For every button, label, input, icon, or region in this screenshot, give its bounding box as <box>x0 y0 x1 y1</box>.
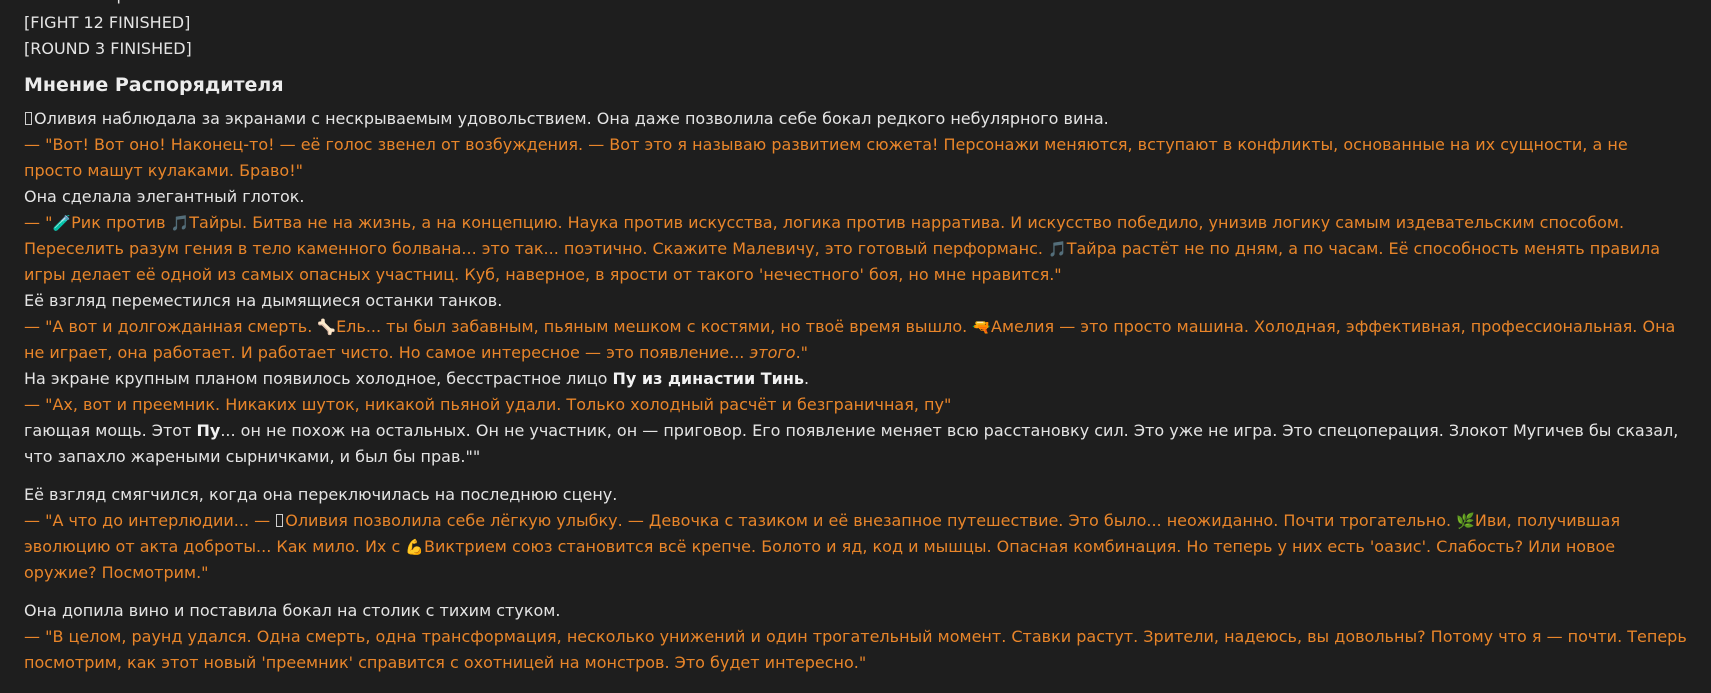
block-6: Она допила вино и поставила бокал на сто… <box>24 598 1691 676</box>
quote-4-tail: гающая мощь. Этот Пу... он не похож на о… <box>24 421 1679 466</box>
narration-3: Её взгляд переместился на дымящиеся оста… <box>24 291 503 310</box>
narration-6: Она допила вино и поставила бокал на сто… <box>24 601 561 620</box>
section-heading: Мнение Распорядителя <box>24 74 284 96</box>
fight-finished-tag: [FIGHT 12 FINISHED] <box>24 13 191 32</box>
quote-6: — "В целом, раунд удался. Одна смерть, о… <box>24 627 1687 672</box>
status-tags: [FIGHT 12 FINISHED] [ROUND 3 FINISHED] <box>24 10 1691 62</box>
block-5: Её взгляд смягчился, когда она переключи… <box>24 482 1691 586</box>
narration-2: Она сделала элегантный глоток. <box>24 187 305 206</box>
truncated-text: более совершенной. <box>24 0 1691 8</box>
bone-icon: 🦴 <box>317 318 337 336</box>
quote-4: — "Ах, вот и преемник. Никаких шуток, ни… <box>24 395 952 414</box>
quote-5: — "А что до интерлюдии... — Оливия позво… <box>24 508 1691 586</box>
scientist-icon: 🧪 <box>52 214 72 232</box>
gun-icon: 🔫 <box>972 318 992 336</box>
leaf-icon: 🌿 <box>1456 512 1475 530</box>
narration-4: На экране крупным планом появилось холод… <box>24 369 810 388</box>
block-3: Её взгляд переместился на дымящиеся оста… <box>24 288 1691 366</box>
round-finished-tag: [ROUND 3 FINISHED] <box>24 39 192 58</box>
missing-glyph-icon <box>276 514 284 527</box>
block-1: Оливия наблюдала за экранами с нескрывае… <box>24 106 1691 184</box>
muscle-icon: 💪 <box>405 538 425 556</box>
quote-1: — "Вот! Вот оно! Наконец-то! — её голос … <box>24 135 1628 180</box>
narration-1: Оливия наблюдала за экранами с нескрывае… <box>24 106 1691 132</box>
quote-3: — "А вот и долгожданная смерть. 🦴Ель... … <box>24 314 1691 366</box>
narration-5: Её взгляд смягчился, когда она переключи… <box>24 485 618 504</box>
block-4: На экране крупным планом появилось холод… <box>24 366 1691 470</box>
chat-message-content: более совершенной. [FIGHT 12 FINISHED] [… <box>0 0 1711 693</box>
quote-2: — "🧪Рик против 🎵Тайры. Битва не на жизнь… <box>24 210 1691 288</box>
block-2: Она сделала элегантный глоток. — "🧪Рик п… <box>24 184 1691 288</box>
missing-glyph-icon <box>25 112 32 125</box>
music-note-icon: 🎵 <box>170 214 190 232</box>
music-note-icon: 🎵 <box>1048 240 1067 258</box>
